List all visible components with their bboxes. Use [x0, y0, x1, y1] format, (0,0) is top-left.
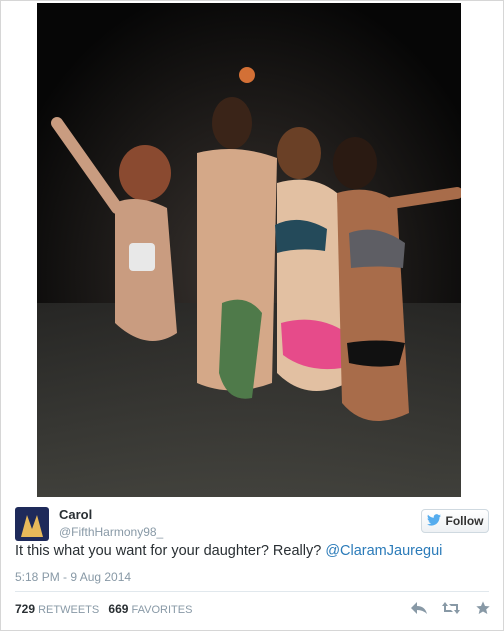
twitter-bird-icon [426, 513, 441, 529]
user-handle[interactable]: @FifthHarmony98_ [59, 525, 163, 539]
mention-link[interactable]: @ClaramJauregui [325, 543, 442, 559]
star-icon[interactable] [473, 599, 493, 617]
retweets-count[interactable]: 729 [15, 602, 35, 616]
tweet-body-text: It this what you want for your daughter?… [15, 543, 326, 559]
retweet-icon[interactable] [441, 599, 461, 617]
favorites-count[interactable]: 669 [108, 602, 128, 616]
tweet-stats: 729 RETWEETS 669 FAVORITES [15, 602, 192, 616]
reply-icon[interactable] [409, 599, 429, 617]
display-name[interactable]: Carol [59, 507, 92, 522]
tweet-photo[interactable] [37, 3, 461, 497]
divider [15, 591, 489, 592]
tweet-actions [409, 599, 493, 617]
favorites-label[interactable]: FAVORITES [131, 604, 192, 616]
night-beach-photo [37, 3, 461, 497]
follow-label: Follow [445, 514, 484, 528]
tweet-card: Carol @FifthHarmony98_ Follow It this wh… [0, 0, 504, 631]
avatar-image [15, 507, 49, 541]
avatar[interactable] [15, 507, 49, 541]
tweet-text: It this what you want for your daughter?… [15, 543, 442, 559]
tweet-header: Carol @FifthHarmony98_ Follow [15, 507, 489, 541]
follow-button[interactable]: Follow [421, 509, 489, 533]
tweet-timestamp[interactable]: 5:18 PM - 9 Aug 2014 [15, 570, 131, 584]
retweets-label[interactable]: RETWEETS [38, 604, 99, 616]
